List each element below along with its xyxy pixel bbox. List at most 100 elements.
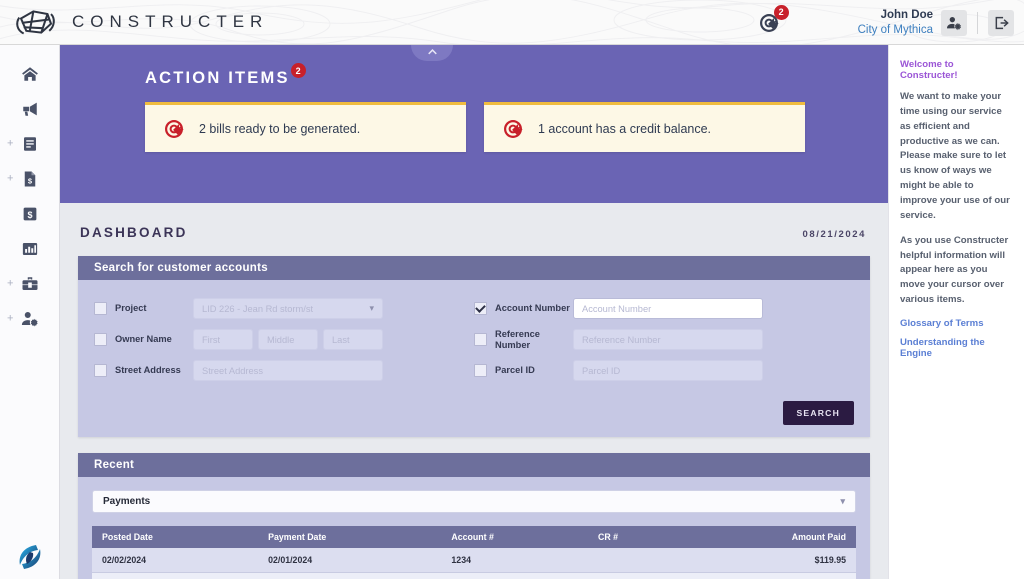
bullseye-arrow-icon (504, 119, 523, 138)
field-street-address: Street Address Street Address (94, 360, 474, 381)
search-fields-left: Project LID 226 - Jean Rd storm/st ▾ Own… (94, 298, 474, 391)
main-content: DASHBOARD 08/21/2024 Search for customer… (60, 203, 888, 579)
chevron-down-icon: ▾ (840, 496, 845, 506)
street-address-input[interactable]: Street Address (193, 360, 383, 381)
account-number-checkbox[interactable] (474, 302, 487, 315)
action-item-card[interactable]: 2 bills ready to be generated. (145, 102, 466, 152)
user-organization: City of Mythica (857, 23, 933, 36)
project-checkbox[interactable] (94, 302, 107, 315)
action-items-title-text: ACTION ITEMS (145, 69, 290, 87)
user-name: John Doe (880, 9, 933, 22)
column-cr-number[interactable]: CR # (588, 526, 682, 548)
table-row[interactable]: 02/02/2024 02/01/2024 1234 $119.95 (92, 548, 856, 573)
column-amount-paid[interactable]: Amount Paid (681, 526, 856, 548)
recent-type-select[interactable]: Payments ▾ (92, 490, 856, 513)
sidebar-item-administration[interactable]: + (0, 301, 59, 336)
field-parcel-id: Parcel ID Parcel ID (474, 360, 854, 381)
chevron-up-icon (427, 49, 437, 55)
brand-name: CONSTRUCTER (72, 12, 269, 31)
parcel-id-checkbox[interactable] (474, 364, 487, 377)
chevron-down-icon: ▾ (369, 303, 374, 313)
owner-middle-name-input[interactable]: Middle (258, 329, 318, 350)
reference-number-label: Reference Number (495, 329, 540, 350)
bullseye-arrow-icon (165, 119, 184, 138)
recent-panel-header: Recent (78, 453, 870, 477)
cell-account-number: 1234 (441, 572, 588, 579)
cell-posted-date: 02/02/2024 (92, 548, 259, 573)
table-header-row: Posted Date Payment Date Account # CR # … (92, 526, 856, 548)
owner-name-checkbox[interactable] (94, 333, 107, 346)
sidebar-item-tools[interactable]: + (0, 266, 59, 301)
cell-posted-date: 02/02/2024 (92, 572, 259, 579)
owner-name-label: Owner Name (115, 334, 172, 345)
action-item-text: 1 account has a credit balance. (538, 121, 712, 136)
field-account-number: Account Number Account Number (474, 298, 854, 319)
action-item-card[interactable]: 1 account has a credit balance. (484, 102, 805, 152)
sign-out-icon (995, 16, 1009, 29)
owner-first-name-placeholder: First (202, 334, 221, 345)
action-items-title: ACTION ITEMS 2 (145, 63, 306, 88)
recent-table: Posted Date Payment Date Account # CR # … (92, 526, 856, 579)
expander-icon[interactable]: + (7, 278, 13, 289)
project-label: Project (115, 303, 147, 314)
cell-account-number: 1234 (441, 548, 588, 573)
logout-button[interactable] (988, 9, 1014, 36)
street-address-label: Street Address (115, 365, 181, 376)
help-panel-paragraph: We want to make your time using our serv… (900, 91, 1010, 221)
account-number-label: Account Number (495, 303, 570, 314)
top-bar: CONSTRUCTER 2 John Doe City of Mythica (0, 0, 1024, 45)
sidebar-item-payments[interactable]: $ (0, 196, 59, 231)
search-button[interactable]: SEARCH (782, 401, 854, 425)
expander-icon[interactable]: + (7, 313, 13, 324)
owner-last-name-input[interactable]: Last (323, 329, 383, 350)
help-link-glossary[interactable]: Glossary of Terms (900, 318, 1013, 329)
page-header: DASHBOARD 08/21/2024 (60, 203, 888, 240)
expander-icon[interactable]: + (7, 138, 13, 149)
account-number-input[interactable]: Account Number (573, 298, 763, 319)
project-select[interactable]: LID 226 - Jean Rd storm/st ▾ (193, 298, 383, 319)
sidebar-item-reports[interactable] (0, 231, 59, 266)
bar-chart-icon (22, 242, 37, 255)
table-row[interactable]: 02/02/2024 02/01/2024 1234 $643.94 (92, 572, 856, 579)
brand[interactable]: CONSTRUCTER (0, 7, 268, 37)
column-payment-date[interactable]: Payment Date (258, 526, 442, 548)
sidebar-item-ledger[interactable]: + (0, 126, 59, 161)
sidebar-item-billing[interactable]: + $ (0, 161, 59, 196)
user-gear-icon (947, 16, 962, 30)
collapse-banner-button[interactable] (411, 45, 453, 61)
help-panel-title: Welcome to Constructer! (900, 59, 958, 81)
user-gear-icon (21, 311, 38, 326)
search-fields-right: Account Number Account Number Reference … (474, 298, 854, 391)
help-panel: Welcome to Constructer! We want to make … (888, 45, 1024, 579)
app-footer-logo[interactable] (0, 541, 60, 573)
action-item-text: 2 bills ready to be generated. (199, 121, 361, 136)
parcel-id-input[interactable]: Parcel ID (573, 360, 763, 381)
street-address-checkbox[interactable] (94, 364, 107, 377)
cell-payment-date: 02/01/2024 (258, 572, 442, 579)
expander-icon[interactable]: + (7, 173, 13, 184)
notifications-button[interactable]: 2 (758, 4, 789, 34)
owner-first-name-input[interactable]: First (193, 329, 253, 350)
reference-number-checkbox[interactable] (474, 333, 487, 346)
cell-amount-paid: $119.95 (681, 548, 856, 573)
search-panel-header: Search for customer accounts (78, 256, 870, 280)
action-items-badge: 2 (290, 63, 306, 78)
svg-text:$: $ (27, 209, 32, 219)
dollar-box-icon: $ (23, 207, 36, 220)
help-link-engine[interactable]: Understanding the Engine (900, 337, 1013, 359)
account-settings-button[interactable] (941, 9, 967, 36)
sidebar-item-announcements[interactable] (0, 91, 59, 126)
column-posted-date[interactable]: Posted Date (92, 526, 259, 548)
current-date: 08/21/2024 (802, 229, 866, 240)
toolbox-icon (22, 276, 37, 290)
sidebar-item-home[interactable] (0, 56, 59, 91)
column-account-number[interactable]: Account # (441, 526, 588, 548)
reference-number-input[interactable]: Reference Number (573, 329, 763, 350)
field-reference-number: Reference Number Reference Number (474, 329, 854, 350)
parcel-id-placeholder: Parcel ID (582, 365, 621, 376)
action-items-banner: ACTION ITEMS 2 2 bills ready to be gener… (60, 45, 888, 203)
account-number-placeholder: Account Number (582, 303, 652, 314)
home-icon (21, 66, 38, 81)
file-dollar-icon: $ (24, 171, 35, 186)
project-select-value: LID 226 - Jean Rd storm/st (202, 303, 314, 314)
